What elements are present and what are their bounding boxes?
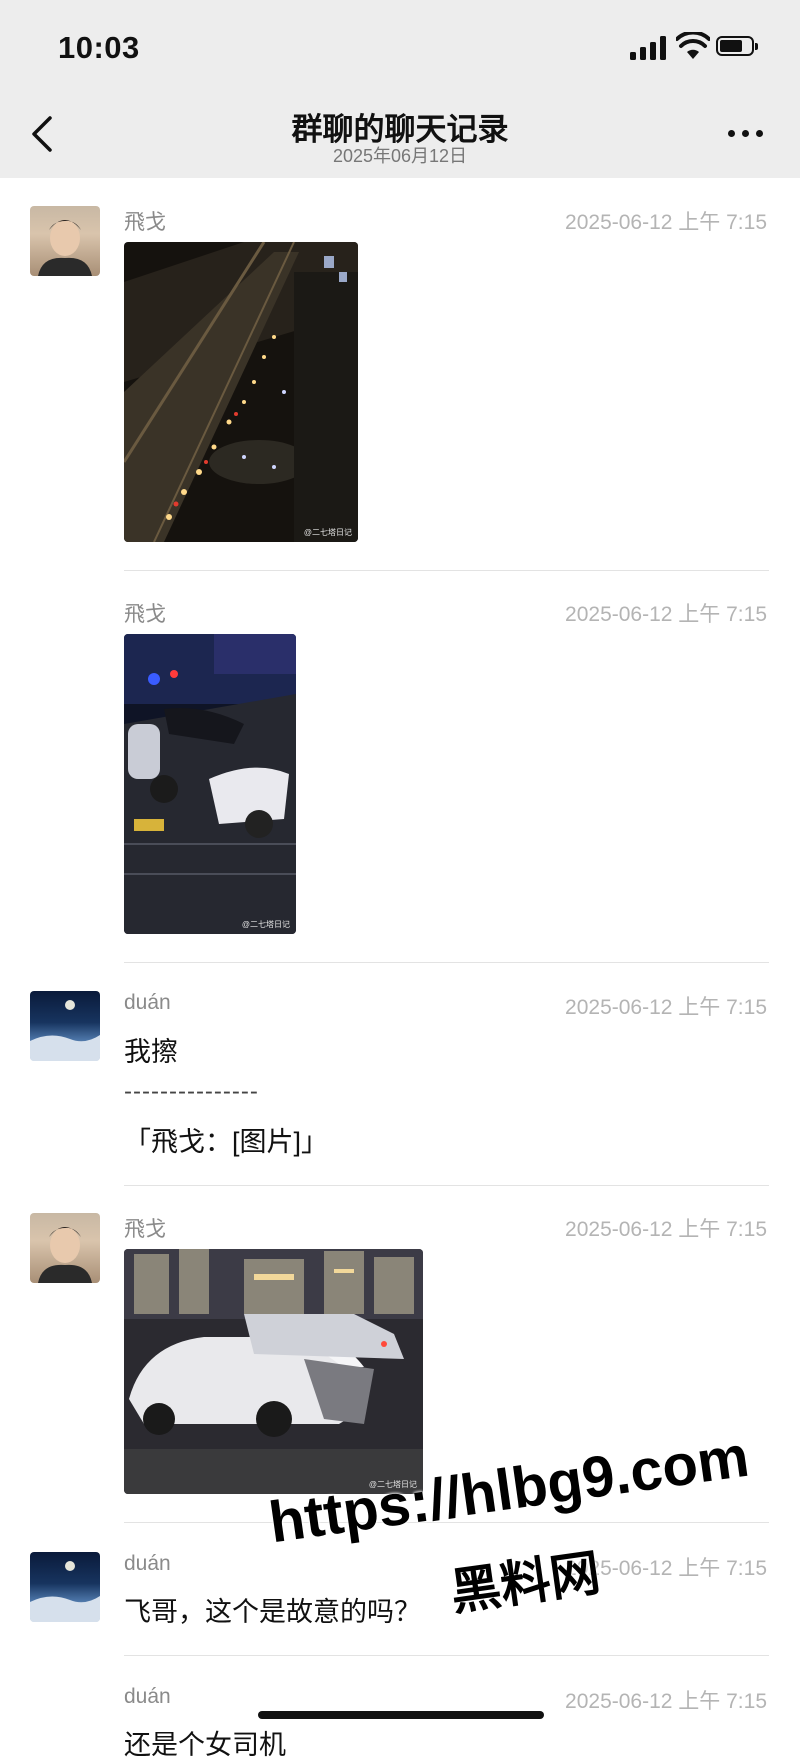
message-divider bbox=[124, 962, 769, 963]
avatar[interactable] bbox=[30, 1552, 100, 1622]
message-timestamp: 2025-06-12 上午 7:15 bbox=[565, 1218, 767, 1241]
message-text: 我擦 bbox=[124, 1037, 178, 1067]
quote-separator: --------------- bbox=[124, 1078, 259, 1105]
avatar[interactable] bbox=[30, 206, 100, 276]
sender-name: 飛戈 bbox=[124, 1218, 166, 1241]
image-attachment[interactable]: @二七塔日记 bbox=[124, 634, 296, 934]
avatar[interactable] bbox=[30, 991, 100, 1061]
home-indicator[interactable] bbox=[258, 1711, 544, 1719]
message-timestamp: 2025-06-12 上午 7:15 bbox=[565, 1557, 767, 1580]
navigation-bar: 群聊的聊天记录 2025年06月12日 bbox=[0, 90, 800, 178]
message-text: 飞哥，这个是故意的吗？ bbox=[124, 1597, 421, 1627]
image-watermark: @二七塔日记 bbox=[303, 528, 352, 537]
message-text: 还是个女司机 bbox=[124, 1730, 286, 1760]
battery-icon bbox=[716, 36, 760, 58]
avatar[interactable] bbox=[30, 1213, 100, 1283]
message-timestamp: 2025-06-12 上午 7:15 bbox=[565, 1690, 767, 1713]
page-subtitle-date: 2025年06月12日 bbox=[332, 146, 468, 166]
image-watermark: @二七塔日记 bbox=[241, 920, 290, 929]
image-attachment[interactable]: @二七塔日记 bbox=[124, 242, 358, 542]
message-timestamp: 2025-06-12 上午 7:15 bbox=[565, 603, 767, 626]
message-timestamp: 2025-06-12 上午 7:15 bbox=[565, 211, 767, 234]
cellular-signal-icon bbox=[630, 36, 668, 60]
image-attachment[interactable]: @二七塔日记 bbox=[124, 1249, 423, 1494]
message-timestamp: 2025-06-12 上午 7:15 bbox=[565, 996, 767, 1019]
quoted-message: 「飛戈：[图片]」 bbox=[124, 1127, 329, 1157]
sender-name: duán bbox=[124, 991, 171, 1014]
message-divider bbox=[124, 1655, 769, 1656]
wifi-icon bbox=[676, 32, 710, 59]
message-divider bbox=[124, 570, 769, 571]
sender-name: duán bbox=[124, 1552, 171, 1575]
message-divider bbox=[124, 1185, 769, 1186]
message-divider bbox=[124, 1522, 769, 1523]
more-options-icon[interactable] bbox=[722, 120, 770, 144]
sender-name: 飛戈 bbox=[124, 211, 166, 234]
status-time: 10:03 bbox=[58, 30, 140, 65]
image-watermark: @二七塔日记 bbox=[368, 1480, 417, 1489]
sender-name: duán bbox=[124, 1685, 171, 1708]
status-bar: 10:03 bbox=[0, 0, 800, 90]
sender-name: 飛戈 bbox=[124, 603, 166, 626]
